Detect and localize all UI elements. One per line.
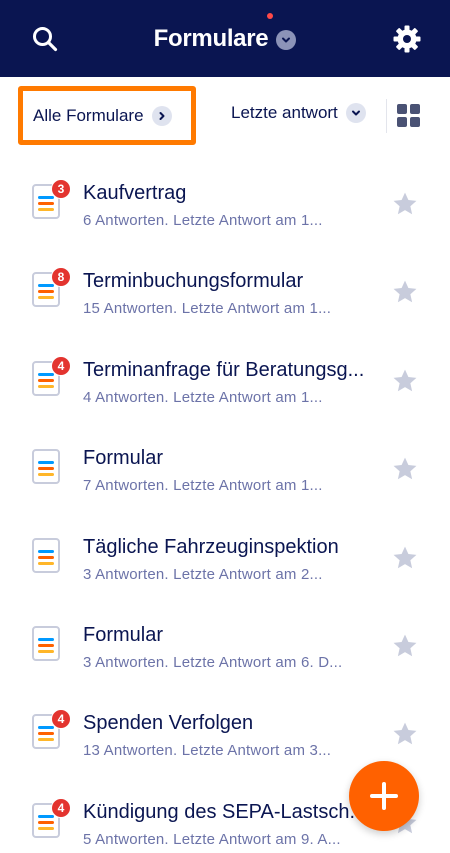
- search-icon[interactable]: [30, 24, 60, 54]
- form-icon: [32, 537, 62, 574]
- divider: [386, 99, 387, 133]
- plus-icon: [370, 782, 398, 810]
- sort-label: Letzte antwort: [231, 103, 338, 122]
- star-icon[interactable]: [391, 632, 419, 660]
- form-subtitle: 13 Antworten. Letzte Antwort am 3...: [83, 742, 332, 760]
- unread-badge: 4: [51, 355, 71, 376]
- form-title: Tägliche Fahrzeuginspektion: [83, 535, 339, 558]
- form-list-item[interactable]: Formular 3 Antworten. Letzte Antwort am …: [0, 602, 450, 690]
- form-subtitle: 7 Antworten. Letzte Antwort am 1...: [83, 477, 323, 495]
- unread-badge: 3: [51, 179, 71, 199]
- form-title: Formular: [83, 623, 164, 646]
- form-list-item[interactable]: Tägliche Fahrzeuginspektion 3 Antworten.…: [0, 514, 450, 602]
- form-icon: [32, 625, 62, 662]
- all-forms-label: Alle Formulare: [33, 105, 144, 125]
- form-title: Formular: [83, 447, 164, 470]
- form-subtitle: 5 Antworten. Letzte Antwort am 9. A...: [83, 830, 341, 848]
- form-title: Kaufvertrag: [83, 182, 187, 204]
- notification-dot: [267, 12, 274, 19]
- chevron-down-icon: [345, 103, 366, 123]
- chevron-right-icon: [151, 105, 172, 126]
- star-icon[interactable]: [391, 278, 419, 306]
- form-title: Kündigung des SEPA-Lastsch...: [83, 800, 367, 823]
- form-icon: [32, 449, 62, 485]
- form-list: 3 Kaufvertrag 6 Antworten. Letzte Antwor…: [0, 160, 450, 853]
- form-title: Terminbuchungsformular: [83, 270, 304, 293]
- star-icon[interactable]: [391, 190, 419, 218]
- form-subtitle: 4 Antworten. Letzte Antwort am 1...: [83, 388, 323, 406]
- star-icon[interactable]: [391, 544, 419, 572]
- form-subtitle: 3 Antworten. Letzte Antwort am 6. D...: [83, 653, 343, 671]
- form-title: Spenden Verfolgen: [83, 712, 254, 735]
- form-list-item[interactable]: 3 Kaufvertrag 6 Antworten. Letzte Antwor…: [0, 160, 450, 248]
- star-icon[interactable]: [391, 720, 419, 748]
- form-subtitle: 15 Antworten. Letzte Antwort am 1...: [83, 300, 332, 318]
- all-forms-button[interactable]: Alle Formulare: [18, 86, 196, 145]
- star-icon[interactable]: [391, 367, 419, 395]
- app-header: Formulare: [0, 0, 450, 77]
- form-title: Terminanfrage für Beratungsg...: [83, 358, 365, 381]
- unread-badge: 8: [51, 267, 71, 288]
- grid-view-icon[interactable]: [397, 104, 420, 127]
- filter-bar: Alle Formulare Letzte antwort: [0, 77, 450, 157]
- unread-badge: 4: [51, 709, 71, 730]
- form-list-item[interactable]: 4 Terminanfrage für Beratungsg... 4 Antw…: [0, 337, 450, 425]
- form-subtitle: 3 Antworten. Letzte Antwort am 2...: [83, 565, 323, 583]
- sort-dropdown[interactable]: Letzte antwort: [231, 103, 366, 123]
- gear-icon[interactable]: [392, 24, 422, 54]
- star-icon[interactable]: [391, 455, 419, 483]
- form-list-item[interactable]: 8 Terminbuchungsformular 15 Antworten. L…: [0, 248, 450, 336]
- title-dropdown[interactable]: Formulare: [153, 12, 297, 53]
- page-title: Formulare: [153, 24, 269, 52]
- form-subtitle: 6 Antworten. Letzte Antwort am 1...: [83, 212, 323, 229]
- chevron-down-icon: [276, 30, 297, 50]
- unread-badge: 4: [51, 797, 71, 818]
- form-list-item[interactable]: Formular 7 Antworten. Letzte Antwort am …: [0, 425, 450, 513]
- add-form-button[interactable]: [349, 761, 419, 831]
